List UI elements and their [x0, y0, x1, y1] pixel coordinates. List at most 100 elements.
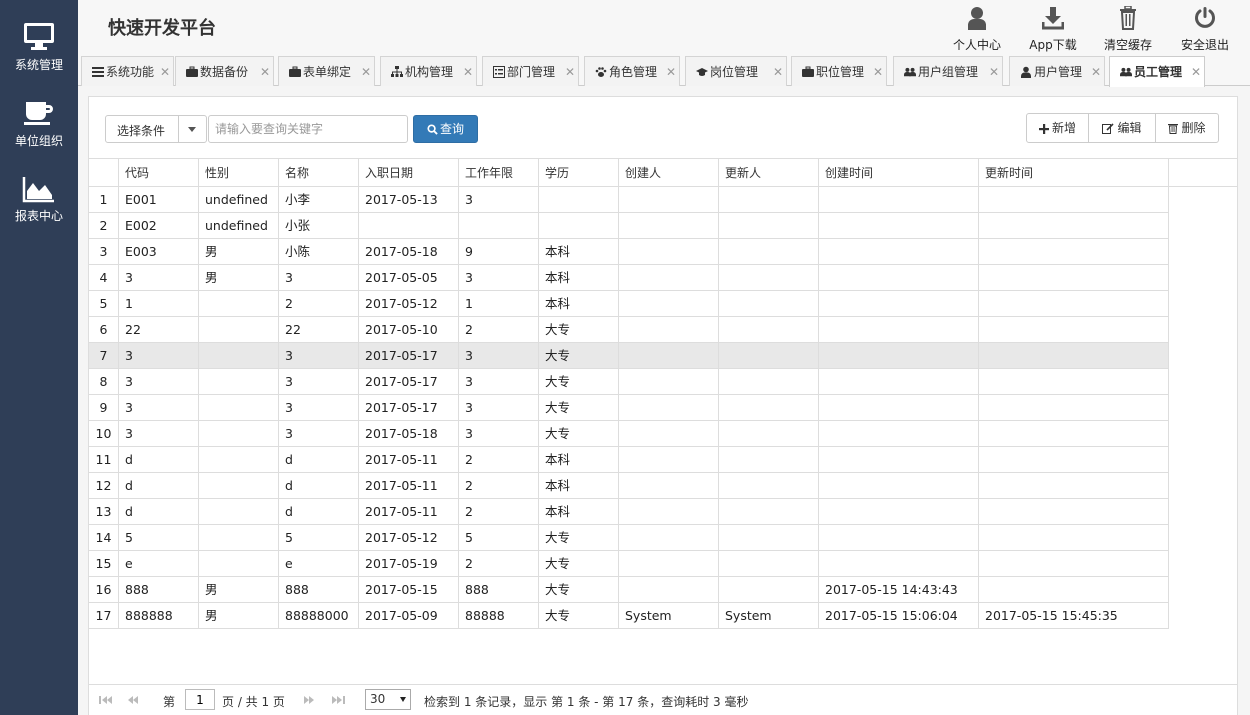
table-row[interactable]: 14 5 5 2017-05-12 5 大专	[89, 525, 1169, 551]
add-button[interactable]: 新增	[1026, 113, 1089, 143]
tab-label: 机构管理	[405, 65, 454, 79]
condition-select[interactable]: 选择条件	[105, 115, 207, 143]
table-row[interactable]: 9 3 3 2017-05-17 3 大专	[89, 395, 1169, 421]
profile-button[interactable]: 个人中心	[950, 6, 1004, 53]
table-cell	[459, 213, 539, 238]
table-row[interactable]: 5 1 2 2017-05-12 1 本科	[89, 291, 1169, 317]
users-icon	[904, 67, 916, 77]
table-cell	[359, 213, 459, 238]
table-row[interactable]: 4 3 男 3 2017-05-05 3 本科	[89, 265, 1169, 291]
tab-system-functions[interactable]: 系统功能 ✕	[81, 56, 174, 86]
page-size-select[interactable]: 30	[365, 689, 411, 710]
tab-form-binding[interactable]: 表单绑定 ✕	[278, 56, 375, 86]
tab-user-management[interactable]: 用户管理 ✕	[1009, 56, 1105, 86]
table-cell	[199, 499, 279, 524]
briefcase-icon	[186, 66, 198, 77]
column-header[interactable]: 创建人	[619, 159, 719, 187]
close-icon[interactable]: ✕	[1191, 57, 1201, 87]
column-header[interactable]: 更新时间	[979, 159, 1169, 187]
delete-button[interactable]: 删除	[1155, 113, 1219, 143]
column-header[interactable]: 入职日期	[359, 159, 459, 187]
query-button[interactable]: 查询	[413, 115, 478, 143]
tab-data-backup[interactable]: 数据备份 ✕	[175, 56, 274, 86]
table-row[interactable]: 11 d d 2017-05-11 2 本科	[89, 447, 1169, 473]
close-icon[interactable]: ✕	[361, 57, 371, 87]
tab-org-management[interactable]: 机构管理 ✕	[380, 56, 477, 86]
column-header[interactable]: 创建时间	[819, 159, 979, 187]
close-icon[interactable]: ✕	[1091, 57, 1101, 87]
clear-cache-button[interactable]: 清空缓存	[1101, 6, 1155, 53]
table-cell: 888888	[119, 603, 199, 628]
table-cell: 2017-05-18	[359, 239, 459, 264]
table-row[interactable]: 3 E003 男小陈 2017-05-18 9 本科	[89, 239, 1169, 265]
table-row[interactable]: 12 d d 2017-05-11 2 本科	[89, 473, 1169, 499]
sidebar-item-label: 单位组织	[14, 134, 63, 148]
close-icon[interactable]: ✕	[565, 57, 575, 87]
last-page-icon[interactable]	[331, 693, 347, 707]
table-cell: e	[119, 551, 199, 576]
close-icon[interactable]: ✕	[666, 57, 676, 87]
column-header[interactable]: 代码	[119, 159, 199, 187]
table-cell	[619, 577, 719, 602]
table-row[interactable]: 1 E001 undefined 小李 2017-05-13 3	[89, 187, 1169, 213]
coffee-cup-icon	[24, 102, 53, 125]
first-page-icon[interactable]	[97, 693, 113, 707]
close-icon[interactable]: ✕	[160, 57, 170, 87]
table-cell	[819, 421, 979, 446]
page-number-input[interactable]	[185, 689, 215, 710]
tab-employee-management[interactable]: 员工管理 ✕	[1109, 56, 1205, 87]
table-cell: 2	[459, 447, 539, 472]
tab-position-management[interactable]: 职位管理 ✕	[791, 56, 887, 86]
column-header[interactable]: 更新人	[719, 159, 819, 187]
logout-button[interactable]: 安全退出	[1178, 6, 1232, 53]
sidebar-item-reports[interactable]: 报表中心	[0, 175, 78, 224]
table-row[interactable]: 16 888 男 888 2017-05-15 888 大专 2017-05-15 14:43…	[89, 577, 1169, 603]
table-row[interactable]: 13 d d 2017-05-11 2 本科	[89, 499, 1169, 525]
table-cell: 2017-05-09	[359, 603, 459, 628]
table-cell: d	[119, 473, 199, 498]
search-input[interactable]	[208, 115, 408, 143]
table-row[interactable]: 7 3 3 2017-05-17 3 大专	[89, 343, 1169, 369]
next-page-icon[interactable]	[301, 693, 317, 707]
sidebar-item-org[interactable]: 单位组织	[0, 100, 78, 149]
table-cell	[979, 551, 1169, 576]
table-row[interactable]: 15 e e 2017-05-19 2 大专	[89, 551, 1169, 577]
area-chart-icon	[22, 177, 54, 203]
app-download-button[interactable]: App下载	[1026, 6, 1080, 53]
user-icon	[1021, 66, 1031, 78]
table-row[interactable]: 8 3 3 2017-05-17 3 大专	[89, 369, 1169, 395]
tab-user-group-management[interactable]: 用户组管理 ✕	[893, 56, 1003, 86]
close-icon[interactable]: ✕	[989, 57, 999, 87]
table-cell: 3	[279, 265, 359, 290]
table-cell	[719, 447, 819, 472]
prev-page-icon[interactable]	[125, 693, 141, 707]
column-header[interactable]: 工作年限	[459, 159, 539, 187]
table-row[interactable]: 10 3 3 2017-05-18 3 大专	[89, 421, 1169, 447]
tab-post-management[interactable]: 岗位管理 ✕	[685, 56, 787, 86]
plus-icon	[1038, 124, 1049, 134]
caret-down-icon[interactable]	[188, 127, 196, 132]
table-cell: 3	[459, 421, 539, 446]
left-sidebar: 系统管理 单位组织 报表中心	[0, 0, 78, 715]
close-icon[interactable]: ✕	[463, 57, 473, 87]
table-cell: 2017-05-15 14:43:43	[819, 577, 979, 602]
table-cell: 3	[459, 265, 539, 290]
table-cell	[619, 239, 719, 264]
tab-dept-management[interactable]: 部门管理 ✕	[482, 56, 579, 86]
tab-role-management[interactable]: 角色管理 ✕	[584, 56, 680, 86]
table-row[interactable]: 2 E002 undefined 小张	[89, 213, 1169, 239]
edit-button[interactable]: 编辑	[1088, 113, 1156, 143]
column-header[interactable]: 名称	[279, 159, 359, 187]
table-cell	[719, 239, 819, 264]
close-icon[interactable]: ✕	[873, 57, 883, 87]
column-header[interactable]: 性别	[199, 159, 279, 187]
table-row[interactable]: 6 22 22 2017-05-10 2 大专	[89, 317, 1169, 343]
table-cell	[819, 343, 979, 368]
sidebar-item-system[interactable]: 系统管理	[0, 22, 78, 73]
tab-label: 部门管理	[507, 65, 556, 79]
column-header[interactable]: 学历	[539, 159, 619, 187]
close-icon[interactable]: ✕	[773, 57, 783, 87]
close-icon[interactable]: ✕	[260, 57, 270, 87]
table-row[interactable]: 17 888888 男 88888000 2017-05-09 88888 大专 System…	[89, 603, 1169, 629]
table-cell	[819, 525, 979, 550]
